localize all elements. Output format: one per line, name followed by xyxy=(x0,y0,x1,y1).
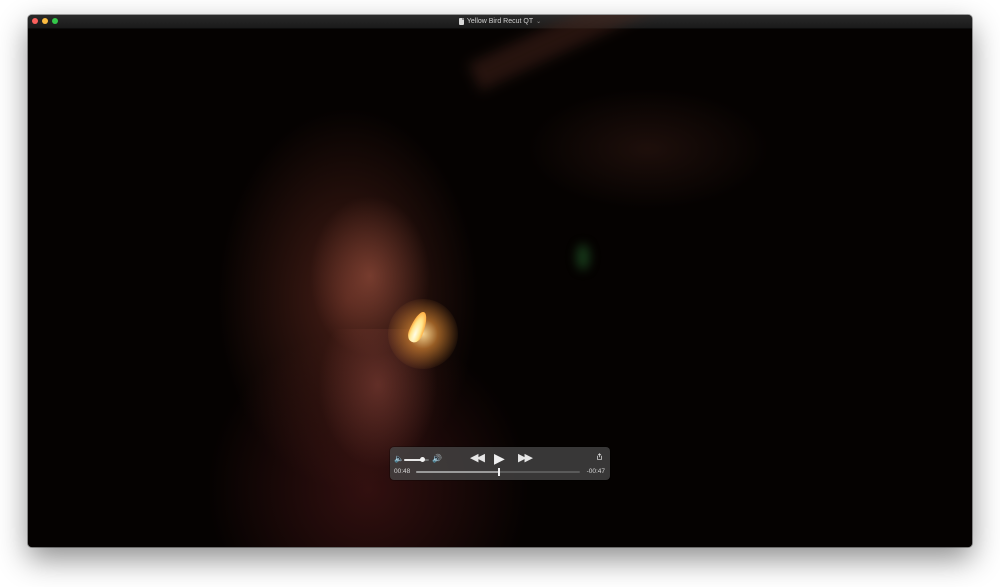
volume-slider[interactable] xyxy=(404,457,429,462)
document-icon xyxy=(458,18,464,25)
play-button[interactable]: ▶ xyxy=(494,450,505,467)
share-icon[interactable] xyxy=(596,453,603,460)
fast-forward-button[interactable]: ▶▶ xyxy=(518,451,533,464)
speaker-high-icon[interactable]: 🔊 xyxy=(432,454,442,463)
title-bar[interactable]: Yellow Bird Recut QT ⌄ xyxy=(28,15,972,29)
scrubber[interactable] xyxy=(416,468,580,476)
minimize-button[interactable] xyxy=(42,18,48,24)
speaker-low-icon[interactable]: 🔈 xyxy=(394,454,404,463)
remaining-time: -00:47 xyxy=(586,468,605,475)
close-button[interactable] xyxy=(32,18,38,24)
background-green-light xyxy=(576,244,590,270)
window-title-group[interactable]: Yellow Bird Recut QT ⌄ xyxy=(458,18,541,25)
playback-hud[interactable]: 🔈 🔊 ◀◀ ▶ ▶▶ 00:48 -00:47 xyxy=(390,447,610,480)
window-controls xyxy=(32,18,58,24)
volume-knob[interactable] xyxy=(420,457,426,462)
current-time: 00:48 xyxy=(394,468,411,475)
playhead[interactable] xyxy=(497,468,500,476)
video-frame[interactable]: 🔈 🔊 ◀◀ ▶ ▶▶ 00:48 -00:47 xyxy=(28,15,972,547)
window-title: Yellow Bird Recut QT xyxy=(466,18,534,25)
zoom-button[interactable] xyxy=(52,18,58,24)
scrubber-played xyxy=(416,471,499,473)
rewind-button[interactable]: ◀◀ xyxy=(470,451,485,464)
match-glow xyxy=(388,299,458,369)
chevron-down-icon[interactable]: ⌄ xyxy=(536,18,541,25)
quicktime-window: Yellow Bird Recut QT ⌄ 🔈 🔊 ◀◀ ▶ ▶▶ 00:48 xyxy=(28,15,972,547)
